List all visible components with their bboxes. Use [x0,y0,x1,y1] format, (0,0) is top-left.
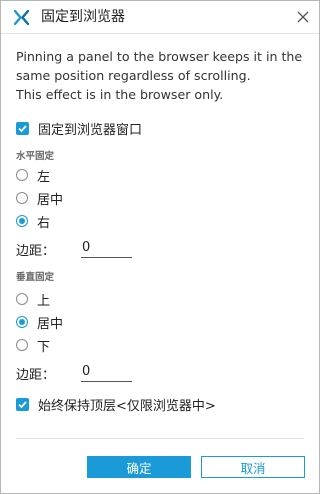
vertical-radio-center[interactable]: 居中 [16,313,64,332]
vertical-radio-top[interactable]: 上 [16,290,51,309]
horizontal-margin-label: 边距： [16,244,56,259]
description-line: Pinning a panel to the browser keeps it … [16,49,303,64]
pin-to-window-checkbox[interactable]: 固定到浏览器窗口 [16,119,143,138]
radio-label: 居中 [37,316,64,332]
radio-label: 左 [37,169,51,185]
horizontal-margin-input[interactable] [81,237,132,258]
radio-selected-icon [16,215,28,227]
ok-button[interactable]: 确定 [87,456,191,478]
radio-label: 上 [37,293,51,309]
vertical-margin-input[interactable] [81,361,132,382]
radio-icon [16,192,28,204]
radio-icon [16,293,28,305]
horizontal-section-label: 水平固定 [16,151,55,162]
vertical-section-label: 垂直固定 [16,272,55,283]
keep-on-top-label: 始终保持顶层<仅限浏览器中> [38,398,216,414]
checkbox-checked-icon [16,397,29,411]
description-line: same position regardless of scrolling. [16,68,251,83]
dialog-titlebar: 固定到浏览器 [1,1,319,34]
radio-label: 下 [37,339,51,355]
keep-on-top-checkbox[interactable]: 始终保持顶层<仅限浏览器中> [16,395,216,414]
pin-to-browser-dialog: 固定到浏览器 Pinning a panel to the browser ke… [0,0,320,494]
dialog-title: 固定到浏览器 [41,9,125,25]
radio-label: 右 [37,215,51,231]
radio-icon [16,169,28,181]
vertical-radio-bottom[interactable]: 下 [16,336,51,355]
footer-divider [16,438,304,439]
radio-icon [16,339,28,351]
horizontal-radio-right[interactable]: 右 [16,212,51,231]
radio-label: 居中 [37,192,64,208]
pin-to-window-label: 固定到浏览器窗口 [38,122,143,138]
vertical-margin-label: 边距： [16,368,56,383]
horizontal-radio-left[interactable]: 左 [16,166,51,185]
description-text: Pinning a panel to the browser keeps it … [16,47,308,104]
checkbox-checked-icon [16,121,29,135]
description-line: This effect is in the browser only. [16,87,224,102]
horizontal-radio-center[interactable]: 居中 [16,189,64,208]
radio-selected-icon [16,316,28,328]
cancel-button[interactable]: 取消 [201,456,305,478]
x-logo-icon [14,10,29,25]
close-icon[interactable] [295,9,311,25]
